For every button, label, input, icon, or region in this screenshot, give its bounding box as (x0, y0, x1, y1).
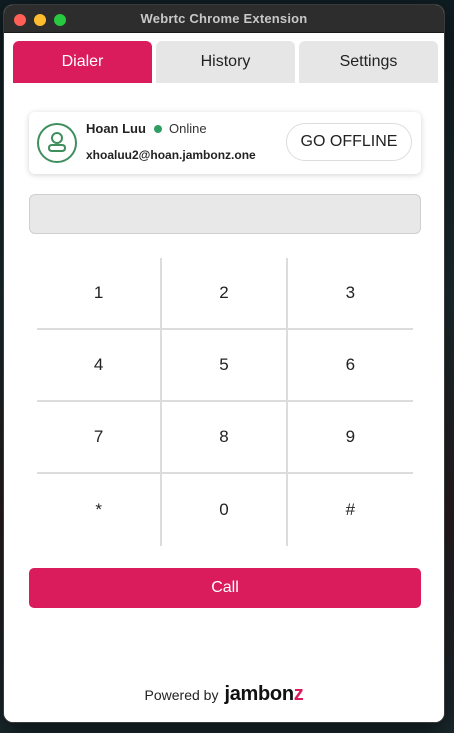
minimize-window-button[interactable] (34, 14, 46, 26)
tab-settings[interactable]: Settings (299, 41, 438, 83)
status-label: Online (169, 121, 207, 136)
window-controls (14, 14, 66, 26)
dial-keypad: 1 2 3 4 5 6 7 8 9 * 0 # (37, 258, 413, 546)
footer: Powered by jambon z (4, 683, 444, 706)
keypad-key-3[interactable]: 3 (287, 258, 413, 330)
powered-by-label: Powered by (144, 686, 219, 703)
tab-history[interactable]: History (156, 41, 295, 83)
jambonz-logo: jambon z (224, 683, 303, 706)
keypad-key-7[interactable]: 7 (37, 402, 163, 474)
keypad-key-4[interactable]: 4 (37, 330, 163, 402)
brand-accent-text: z (293, 683, 304, 705)
dial-number-input[interactable] (29, 194, 421, 234)
tab-bar: Dialer History Settings (13, 41, 438, 83)
online-status-dot (154, 125, 162, 133)
user-name: Hoan Luu (86, 121, 146, 136)
call-button[interactable]: Call (29, 568, 421, 608)
keypad-key-9[interactable]: 9 (287, 402, 413, 474)
maximize-window-button[interactable] (54, 14, 66, 26)
user-status-card: Hoan Luu Online xhoaluu2@hoan.jambonz.on… (29, 112, 421, 174)
keypad-key-8[interactable]: 8 (162, 402, 288, 474)
keypad-key-1[interactable]: 1 (37, 258, 163, 330)
extension-window: Webrtc Chrome Extension Dialer History S… (3, 4, 445, 723)
app-content: Dialer History Settings Hoan Luu Online … (4, 33, 444, 722)
title-bar: Webrtc Chrome Extension (4, 5, 444, 33)
keypad-key-5[interactable]: 5 (162, 330, 288, 402)
window-title: Webrtc Chrome Extension (140, 11, 308, 26)
user-icon (37, 123, 77, 163)
keypad-key-2[interactable]: 2 (162, 258, 288, 330)
keypad-key-6[interactable]: 6 (287, 330, 413, 402)
tab-dialer[interactable]: Dialer (13, 41, 152, 83)
user-email: xhoaluu2@hoan.jambonz.one (86, 148, 256, 162)
close-window-button[interactable] (14, 14, 26, 26)
brand-main-text: jambon (224, 683, 294, 705)
keypad-key-0[interactable]: 0 (162, 474, 288, 546)
go-offline-button[interactable]: GO OFFLINE (286, 123, 412, 161)
keypad-key-hash[interactable]: # (287, 474, 413, 546)
keypad-key-star[interactable]: * (37, 474, 163, 546)
